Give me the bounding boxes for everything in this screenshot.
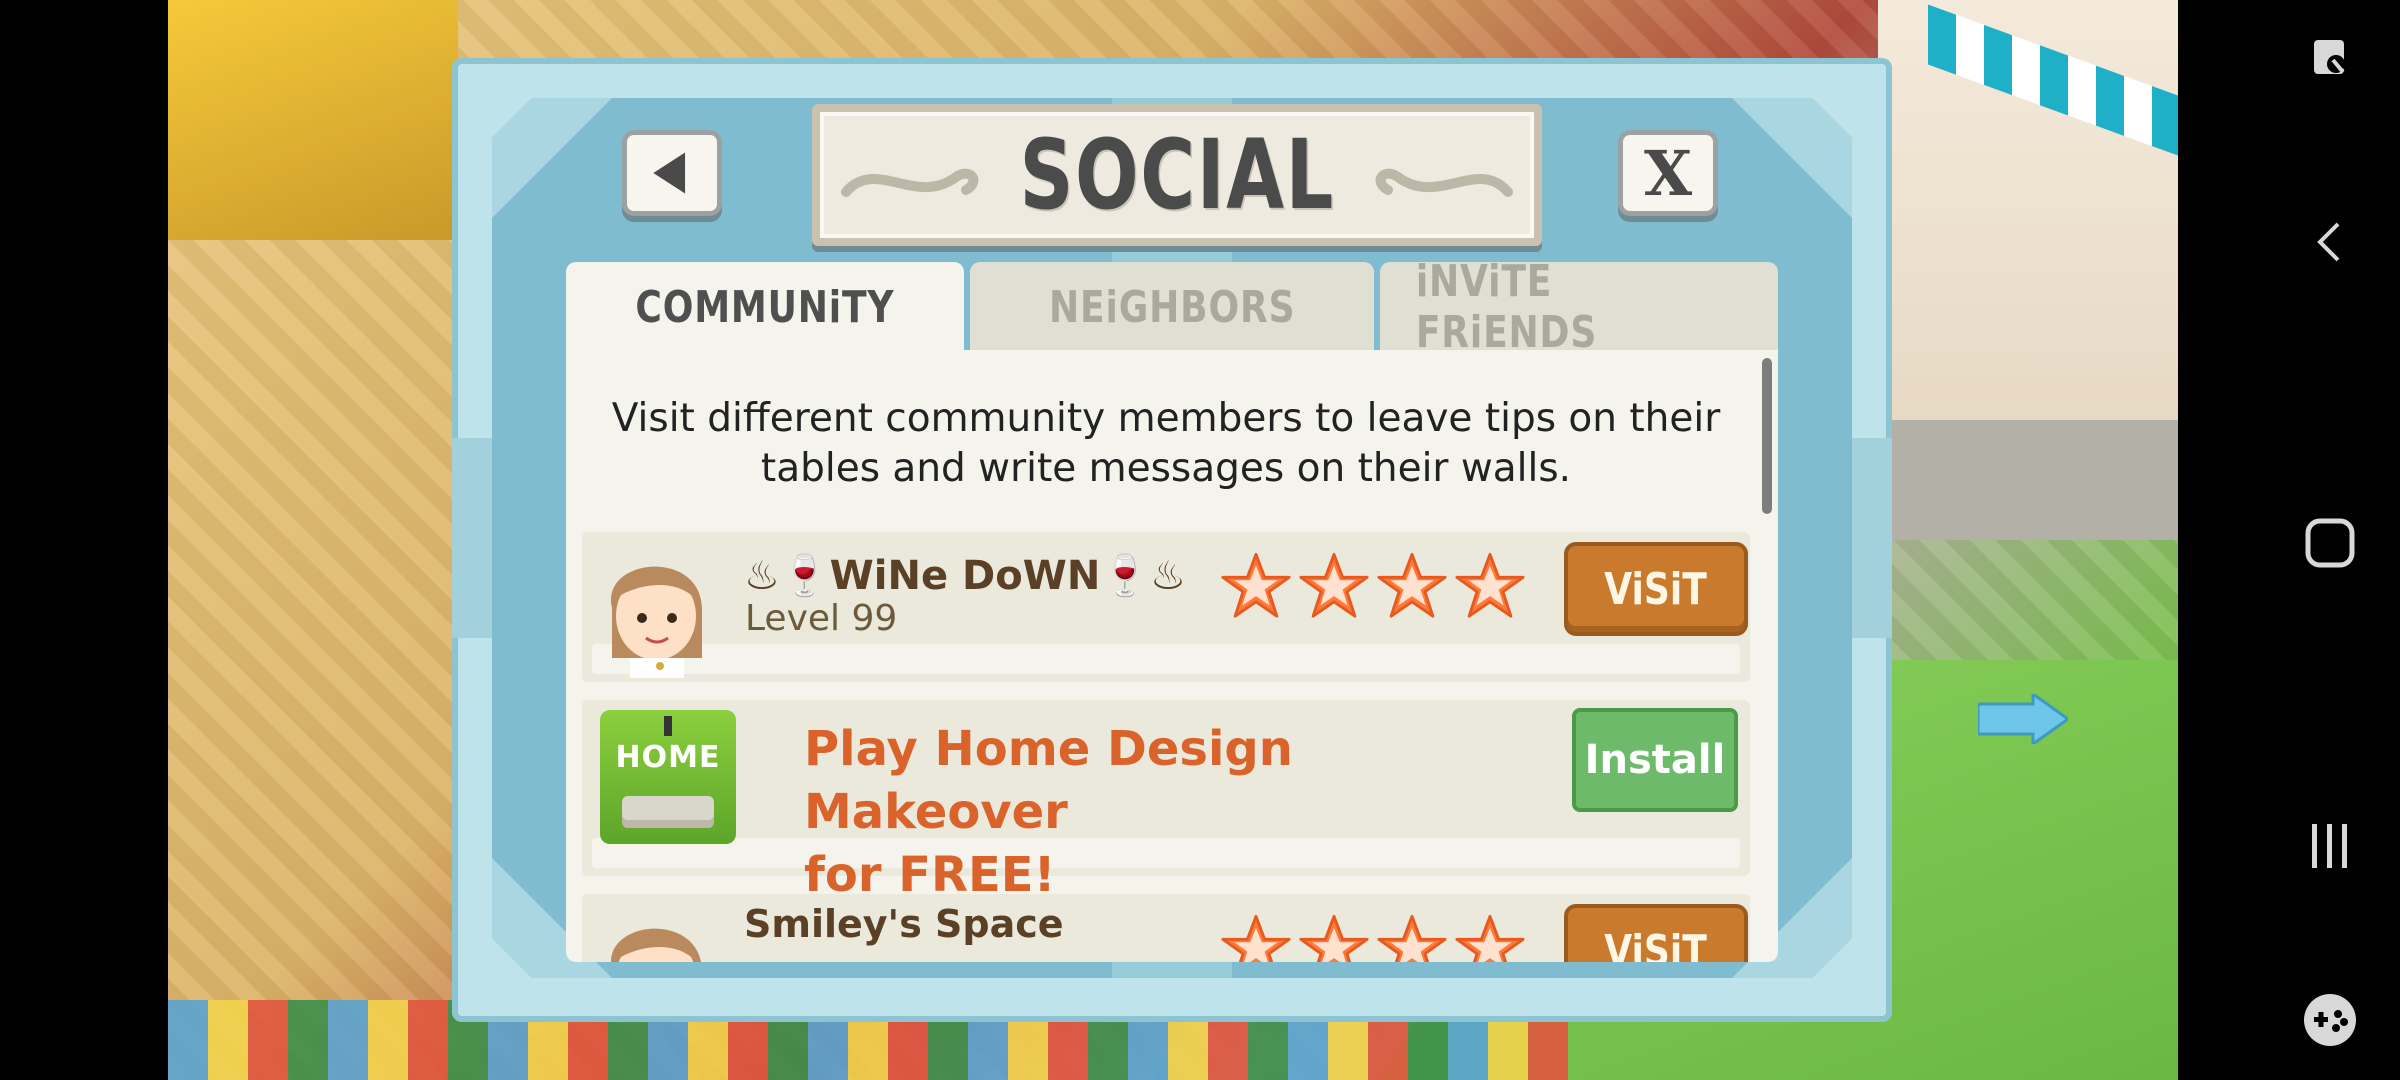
swirl-ornament-icon bbox=[1375, 168, 1513, 197]
community-list[interactable]: Visit different community members to lea… bbox=[566, 350, 1778, 962]
sofa-icon bbox=[622, 796, 714, 828]
ad-headline: Play Home Design Makeover for FREE! bbox=[804, 721, 1293, 903]
chef-avatar bbox=[590, 538, 720, 678]
list-item: Smiley's Space ViSiT bbox=[582, 894, 1750, 962]
tab-neighbors[interactable]: NEiGHBORS bbox=[970, 262, 1374, 352]
player-level: Level 99 bbox=[745, 598, 898, 639]
list-item: ♨🍷WiNe DoWN🍷♨ Level 99 ViSiT bbox=[582, 532, 1750, 682]
frame-side-strip bbox=[1852, 438, 1892, 638]
close-x-icon: X bbox=[1643, 136, 1693, 210]
recents-nav-icon[interactable] bbox=[2290, 806, 2370, 886]
player-name: Smiley's Space bbox=[744, 902, 1064, 946]
left-arrow-icon bbox=[653, 152, 686, 194]
star-icon bbox=[1455, 552, 1525, 618]
visit-button[interactable]: ViSiT bbox=[1564, 904, 1748, 962]
street-road bbox=[1878, 400, 2178, 540]
scrollbar[interactable] bbox=[1762, 358, 1772, 514]
ad-banner[interactable]: HOME Play Home Design Makeover for FREE!… bbox=[582, 700, 1750, 903]
visit-button[interactable]: ViSiT bbox=[1564, 542, 1748, 636]
back-nav-icon[interactable] bbox=[2290, 202, 2370, 282]
home-design-app-icon: HOME bbox=[600, 710, 736, 844]
star-icon bbox=[1377, 552, 1447, 618]
star-icon bbox=[1455, 914, 1525, 962]
screen-pin-icon[interactable] bbox=[2290, 20, 2370, 100]
star-icon bbox=[1221, 552, 1291, 618]
star-icon bbox=[1299, 552, 1369, 618]
back-button[interactable] bbox=[622, 130, 722, 216]
player-name: ♨🍷WiNe DoWN🍷♨ bbox=[744, 553, 1186, 599]
star-icon bbox=[1221, 914, 1291, 962]
close-button[interactable]: X bbox=[1618, 130, 1718, 216]
star-icon bbox=[1299, 914, 1369, 962]
install-button[interactable]: Install bbox=[1572, 708, 1738, 812]
screen: SOCIAL X COMMUNiTY NEiGHBORS iNViTE FRiE… bbox=[0, 0, 2400, 1080]
rating-stars bbox=[1220, 550, 1526, 630]
intro-text: Visit different community members to lea… bbox=[611, 396, 1721, 491]
title-plate: SOCIAL bbox=[812, 104, 1542, 246]
tab-community[interactable]: COMMUNiTY bbox=[566, 262, 964, 352]
swirl-ornament-icon bbox=[841, 168, 979, 197]
home-nav-icon[interactable] bbox=[2290, 503, 2370, 583]
game-tools-icon[interactable] bbox=[2290, 980, 2370, 1060]
expand-arrow-icon[interactable] bbox=[1978, 694, 2068, 744]
frame-corner bbox=[492, 98, 612, 218]
rating-stars bbox=[1220, 912, 1526, 962]
tab-invite-friends[interactable]: iNViTE FRiENDS bbox=[1380, 256, 1778, 358]
social-tabs: COMMUNiTY NEiGHBORS iNViTE FRiENDS bbox=[566, 256, 1778, 358]
chef-avatar bbox=[590, 900, 720, 962]
restaurant-wall bbox=[168, 0, 458, 240]
frame-side-strip bbox=[452, 438, 492, 638]
dialog-title: SOCIAL bbox=[1019, 119, 1335, 231]
frame-corner bbox=[1732, 98, 1852, 218]
star-icon bbox=[1377, 914, 1447, 962]
